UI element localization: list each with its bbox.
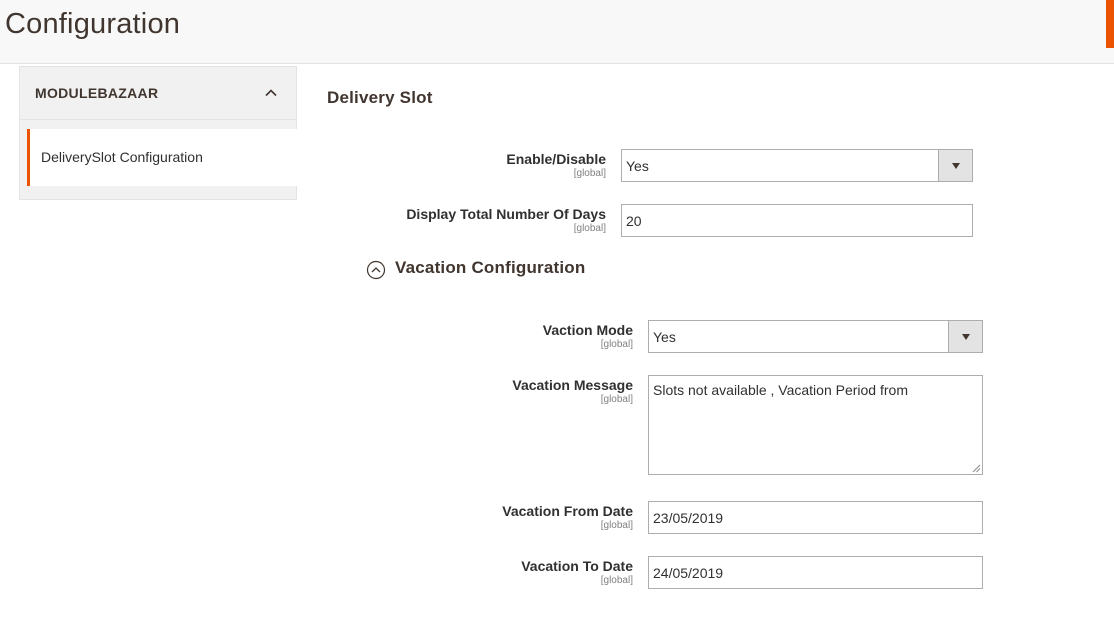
vacation-to-date-value: 24/05/2019 bbox=[653, 565, 724, 581]
vacation-from-date-input[interactable]: 23/05/2019 bbox=[648, 501, 983, 534]
resize-grip-icon[interactable] bbox=[972, 464, 981, 473]
page-header: Configuration bbox=[0, 0, 1114, 64]
config-sidebar: MODULEBAZAAR DeliverySlot Configuration bbox=[19, 66, 297, 200]
dropdown-button[interactable] bbox=[948, 321, 982, 352]
vacation-message-value: Slots not available , Vacation Period fr… bbox=[653, 382, 908, 398]
vacation-mode-scope: [global] bbox=[600, 339, 633, 350]
total-days-input[interactable]: 20 bbox=[621, 204, 973, 237]
vacation-mode-select[interactable]: Yes bbox=[648, 320, 983, 353]
dropdown-button[interactable] bbox=[938, 150, 972, 181]
vacation-to-date-scope: [global] bbox=[600, 575, 633, 586]
total-days-value: 20 bbox=[626, 213, 642, 229]
header-accent-bar bbox=[1106, 0, 1114, 48]
vacation-message-scope: [global] bbox=[600, 394, 633, 405]
vacation-mode-value: Yes bbox=[653, 329, 676, 345]
total-days-label: Display Total Number Of Days bbox=[406, 206, 606, 222]
vacation-from-date-scope: [global] bbox=[600, 520, 633, 531]
caret-down-icon bbox=[952, 163, 960, 169]
sidebar-section-header[interactable]: MODULEBAZAAR bbox=[20, 67, 296, 120]
collapse-circle-icon[interactable] bbox=[366, 260, 386, 280]
vacation-mode-label: Vaction Mode bbox=[542, 322, 633, 338]
enable-disable-label: Enable/Disable bbox=[506, 151, 606, 167]
section-title: Delivery Slot bbox=[327, 88, 433, 107]
vacation-from-date-value: 23/05/2019 bbox=[653, 510, 724, 526]
page-title: Configuration bbox=[5, 8, 181, 40]
sidebar-item-deliveryslot-configuration[interactable]: DeliverySlot Configuration bbox=[27, 129, 297, 186]
vacation-to-date-input[interactable]: 24/05/2019 bbox=[648, 556, 983, 589]
sidebar-section-label: MODULEBAZAAR bbox=[35, 85, 159, 101]
chevron-up-icon[interactable] bbox=[265, 87, 277, 99]
enable-disable-value: Yes bbox=[626, 158, 649, 174]
sidebar-item-label: DeliverySlot Configuration bbox=[41, 149, 203, 165]
vacation-group-title[interactable]: Vacation Configuration bbox=[395, 258, 585, 278]
vacation-message-textarea[interactable]: Slots not available , Vacation Period fr… bbox=[648, 375, 983, 475]
vacation-from-date-label: Vacation From Date bbox=[502, 503, 633, 519]
enable-disable-select[interactable]: Yes bbox=[621, 149, 973, 182]
enable-disable-scope: [global] bbox=[573, 168, 606, 179]
caret-down-icon bbox=[962, 334, 970, 340]
total-days-scope: [global] bbox=[573, 223, 606, 234]
vacation-to-date-label: Vacation To Date bbox=[521, 558, 633, 574]
vacation-message-label: Vacation Message bbox=[512, 377, 633, 393]
